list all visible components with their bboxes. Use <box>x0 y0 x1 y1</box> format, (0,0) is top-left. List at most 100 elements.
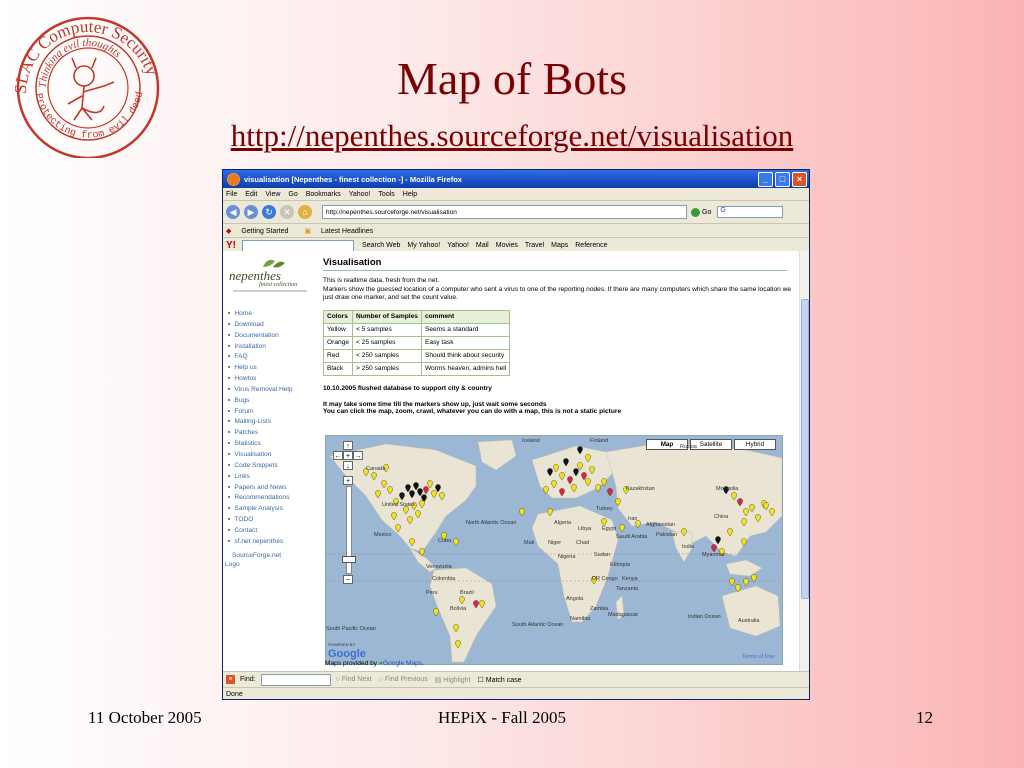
bot-marker[interactable] <box>601 478 607 487</box>
close-find-icon[interactable]: × <box>226 675 235 684</box>
bot-marker[interactable] <box>711 544 717 553</box>
go-button[interactable]: Go <box>691 207 711 217</box>
back-arrow-icon[interactable]: ◀ <box>226 205 240 219</box>
sidebar-item-code-snippets[interactable]: Code Snippets <box>228 462 293 473</box>
yahoo-toolbar-myyahoo[interactable]: My Yahoo! <box>407 242 440 249</box>
sidebar-item-documentation[interactable]: Documentation <box>228 332 293 343</box>
bot-marker[interactable] <box>519 508 525 517</box>
map-label-madagascar: Madagascar <box>608 612 639 618</box>
menu-item-go[interactable]: Go <box>288 191 297 198</box>
stop-icon[interactable]: ✕ <box>280 205 294 219</box>
bot-marker[interactable] <box>453 538 459 547</box>
yahoo-logo[interactable]: Y! <box>226 240 236 251</box>
yahoo-toolbar-mail[interactable]: Mail <box>476 242 489 249</box>
highlight-button[interactable]: ▤ Highlight <box>435 676 471 684</box>
sidebar-item-todo[interactable]: TODO <box>228 516 293 527</box>
sidebar-item-mailing-lists[interactable]: Mailing-Lists <box>228 418 293 429</box>
zoom-out-icon[interactable]: − <box>343 575 353 584</box>
sidebar-item-links[interactable]: Links <box>228 473 293 484</box>
world-map[interactable] <box>326 436 782 664</box>
sidebar-item-sf-net-nepenthes[interactable]: sf.net nepenthes <box>228 538 293 549</box>
yahoo-toolbar-yahoo[interactable]: Yahoo! <box>447 242 469 249</box>
menu-item-help[interactable]: Help <box>403 191 417 198</box>
zoom-slider-handle[interactable] <box>342 556 356 563</box>
bookmark-getting-started[interactable]: ◆ Getting Started <box>226 227 296 235</box>
pan-up-icon[interactable]: ↑ <box>343 441 353 450</box>
sourceforge-logo[interactable]: SourceForge.net Logo <box>225 551 281 569</box>
scrollbar-thumb[interactable] <box>801 299 809 599</box>
table-header: Number of Samples <box>352 309 422 324</box>
table-cell: < 25 samples <box>352 335 422 350</box>
sidebar-item-virus-removal-help[interactable]: Virus Removal Help <box>228 386 292 397</box>
sidebar-item-statistics[interactable]: Statistics <box>228 440 293 451</box>
sidebar-item-installation[interactable]: Installation <box>228 343 293 354</box>
menu-item-bookmarks[interactable]: Bookmarks <box>306 191 341 198</box>
vertical-scrollbar[interactable] <box>799 251 809 671</box>
yahoo-toolbar-travel[interactable]: Travel <box>525 242 544 249</box>
sidebar-item-faq[interactable]: FAQ <box>228 353 293 364</box>
pan-right-icon[interactable]: → <box>353 451 363 460</box>
pan-left-icon[interactable]: ← <box>333 451 343 460</box>
yahoo-search-input[interactable] <box>242 239 354 252</box>
sidebar-item-help-us[interactable]: Help us <box>228 364 293 375</box>
find-next-button[interactable]: ○ Find Next <box>336 676 372 683</box>
yahoo-toolbar-movies[interactable]: Movies <box>496 242 518 249</box>
url-bar[interactable]: http://nepenthes.sourceforge.net/visuali… <box>322 205 687 219</box>
menu-item-yahoo[interactable]: Yahoo! <box>349 191 371 198</box>
map-label-bolivia: Bolivia <box>450 606 467 612</box>
google-search-box[interactable]: G <box>717 206 784 218</box>
menu-item-tools[interactable]: Tools <box>378 191 394 198</box>
menu-item-file[interactable]: File <box>226 191 237 198</box>
sidebar-item-download[interactable]: Download <box>228 321 293 332</box>
bot-marker[interactable] <box>595 484 601 493</box>
window-title: visualisation [Nepenthes - finest collec… <box>244 174 462 184</box>
find-label: Find: <box>240 676 256 683</box>
yahoo-toolbar-maps[interactable]: Maps <box>551 242 568 249</box>
table-row: Yellow < 5 samples Seems a standard <box>323 322 511 337</box>
sidebar-item-bugs[interactable]: Bugs <box>228 397 293 408</box>
close-button[interactable]: × <box>792 171 807 187</box>
bot-marker[interactable] <box>743 578 749 587</box>
reload-icon[interactable]: ↻ <box>262 205 276 219</box>
bot-marker[interactable] <box>433 608 439 617</box>
find-input[interactable] <box>260 673 331 686</box>
sidebar-item-home[interactable]: Home <box>228 310 293 321</box>
match-case-checkbox[interactable]: ☐ Match case <box>478 676 522 684</box>
yahoo-toolbar-reference[interactable]: Reference <box>575 242 607 249</box>
map-label-terms-of-use[interactable]: Terms of Use <box>742 654 774 660</box>
find-previous-button[interactable]: ○ Find Previous <box>379 676 428 683</box>
bot-map[interactable]: Map Satellite Hybrid ↑ ← + → ↓ + − Icela… <box>325 435 783 665</box>
wait-note: It may take some time till the markers s… <box>323 400 547 408</box>
sidebar-item-sample-analysis[interactable]: Sample Analysis <box>228 505 293 516</box>
sidebar-item-visualisation[interactable]: Visualisation <box>228 451 293 462</box>
google-maps-link[interactable]: Google Maps <box>383 660 422 667</box>
bot-marker[interactable] <box>729 578 735 587</box>
menu-item-edit[interactable]: Edit <box>245 191 257 198</box>
table-row: Black > 250 samples Worms heaven, admins h… <box>323 361 511 376</box>
slide-link[interactable]: http://nepenthes.sourceforge.net/visuali… <box>150 118 874 154</box>
site-nav: HomeDownloadDocumentationInstallationFAQ… <box>228 310 293 549</box>
pan-down-icon[interactable]: ↓ <box>343 461 353 470</box>
bookmark-latest-headlines[interactable]: ▣ Latest Headlines <box>304 227 381 235</box>
yahoo-toolbar-searchweb[interactable]: Search Web <box>362 242 400 249</box>
sidebar-item-contact[interactable]: Contact <box>228 527 293 538</box>
menu-item-view[interactable]: View <box>265 191 280 198</box>
map-label-iran: Iran <box>628 516 638 522</box>
map-label-mali: Mali <box>524 540 535 546</box>
sidebar-item-howtos[interactable]: Howtos <box>228 375 293 386</box>
sidebar-item-patches[interactable]: Patches <box>228 429 293 440</box>
hybrid-button[interactable]: Hybrid <box>734 439 776 450</box>
pan-center-icon[interactable]: + <box>343 451 353 460</box>
forward-arrow-icon[interactable]: ▶ <box>244 205 258 219</box>
bot-marker[interactable] <box>607 488 613 497</box>
home-icon[interactable]: ⌂ <box>298 205 312 219</box>
sidebar-item-forum[interactable]: Forum <box>228 408 293 419</box>
minimize-button[interactable]: _ <box>758 171 773 187</box>
sidebar-item-recommendations[interactable]: Recommendations <box>228 494 293 505</box>
google-logo[interactable]: Google <box>328 648 366 660</box>
bot-marker[interactable] <box>619 524 625 533</box>
zoom-in-icon[interactable]: + <box>343 476 353 485</box>
maximize-button[interactable]: □ <box>775 171 790 187</box>
sidebar-item-papers-and-news[interactable]: Papers and News <box>228 484 293 495</box>
map-label-indian-ocean: Indian Ocean <box>688 614 721 620</box>
